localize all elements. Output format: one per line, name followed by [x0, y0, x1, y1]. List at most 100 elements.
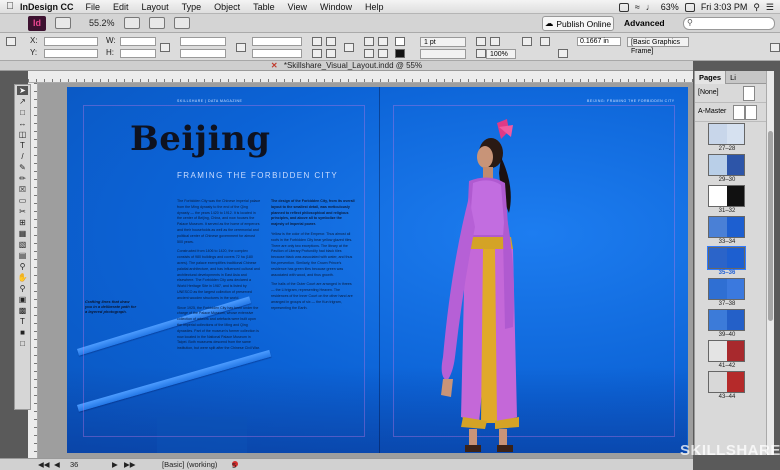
girl-photo[interactable]: [439, 117, 519, 453]
select-container-icon[interactable]: [364, 37, 374, 46]
gap-tool-icon[interactable]: ↔: [17, 119, 28, 128]
fill-swatch-icon[interactable]: [395, 37, 405, 46]
prev-page-icon[interactable]: ◀: [54, 460, 60, 469]
fit-content-icon[interactable]: [476, 37, 486, 46]
scale-y-field[interactable]: [180, 49, 226, 58]
master-none[interactable]: [None]: [695, 84, 766, 103]
arrange-documents-icon[interactable]: [173, 17, 190, 29]
scale-x-field[interactable]: [180, 37, 226, 46]
scissors-tool-icon[interactable]: ✂: [17, 207, 28, 216]
master-a[interactable]: A-Master: [695, 103, 766, 122]
line-tool-icon[interactable]: /: [17, 152, 28, 161]
tab-pages[interactable]: Pages: [695, 70, 727, 84]
panel-menu-icon[interactable]: [770, 43, 780, 52]
constrain-scale-icon[interactable]: [236, 43, 246, 52]
eyedropper-tool-icon[interactable]: ⚲: [17, 262, 28, 271]
spotlight-icon[interactable]: ⚲: [753, 2, 760, 13]
spread-thumb-6[interactable]: 37–38: [695, 277, 766, 308]
help-search-input[interactable]: ⚲: [683, 17, 775, 30]
article-headline[interactable]: Beijing: [130, 119, 271, 159]
pasteboard[interactable]: SKILLSHARE | DATA MAGAZINE BEIJING: FRAM…: [38, 83, 693, 458]
object-style-select[interactable]: [Basic Graphics Frame]: [627, 37, 689, 55]
stroke-type-select[interactable]: [420, 49, 466, 59]
pull-quote[interactable]: Crafting lines that draw you in a delibe…: [85, 299, 137, 315]
pen-tool-icon[interactable]: ✎: [17, 163, 28, 172]
pages-scroll-thumb[interactable]: [768, 131, 773, 321]
content-collector-icon[interactable]: ◫: [17, 130, 28, 139]
spread-thumb-7[interactable]: 39–40: [695, 308, 766, 339]
text-wrap-icon[interactable]: [540, 37, 550, 46]
formatting-affects-text-icon[interactable]: T: [17, 317, 28, 326]
selection-tool-icon[interactable]: ➤: [17, 86, 28, 95]
menu-object[interactable]: Object: [214, 2, 240, 12]
spread-thumb-2[interactable]: 29–30: [695, 153, 766, 184]
zoom-level[interactable]: 55.2%: [89, 18, 115, 28]
menu-file[interactable]: File: [86, 2, 101, 12]
preflight-profile[interactable]: [Basic] (working): [162, 460, 217, 469]
workspace-switcher[interactable]: Advanced: [624, 18, 665, 28]
reference-point-icon[interactable]: [6, 37, 16, 46]
apple-menu-icon[interactable]: : [0, 1, 20, 12]
article-subhead[interactable]: FRAMING THE FORBIDDEN CITY: [177, 171, 338, 180]
clock[interactable]: Fri 3:03 PM: [701, 2, 748, 12]
text-column-2[interactable]: The design of the Forbidden City, from i…: [271, 199, 355, 315]
free-transform-tool-icon[interactable]: ⊞: [17, 218, 28, 227]
menu-layout[interactable]: Layout: [142, 2, 169, 12]
tab-links[interactable]: Li: [726, 73, 740, 82]
shear-field[interactable]: [252, 49, 302, 58]
menu-edit[interactable]: Edit: [113, 2, 129, 12]
hand-tool-icon[interactable]: ✋: [17, 273, 28, 282]
view-options-icon[interactable]: [123, 17, 140, 29]
direct-selection-tool-icon[interactable]: ↗: [17, 97, 28, 106]
menu-window[interactable]: Window: [320, 2, 352, 12]
apply-color-icon[interactable]: ■: [17, 328, 28, 337]
spread-thumb-9[interactable]: 43–44: [695, 370, 766, 401]
bridge-icon[interactable]: [55, 17, 71, 29]
page-tool-icon[interactable]: □: [17, 108, 28, 117]
gradient-tool-icon[interactable]: ▦: [17, 229, 28, 238]
height-field[interactable]: [120, 49, 156, 58]
spread-thumb-8[interactable]: 41–42: [695, 339, 766, 370]
wifi-icon[interactable]: ≈: [635, 2, 640, 12]
type-tool-icon[interactable]: T: [17, 141, 28, 150]
select-previous-icon[interactable]: [378, 37, 388, 46]
menu-type[interactable]: Type: [182, 2, 202, 12]
document-tab[interactable]: ✕ *Skillshare_Visual_Layout.indd @ 55%: [0, 61, 693, 71]
first-page-icon[interactable]: ◀◀: [38, 460, 50, 469]
opacity-select[interactable]: 100%: [486, 49, 516, 59]
fit-frame-icon[interactable]: [490, 37, 500, 46]
notification-center-icon[interactable]: ☰: [766, 2, 774, 13]
rectangle-tool-icon[interactable]: ▭: [17, 196, 28, 205]
fill-stroke-icon[interactable]: ▩: [17, 306, 28, 315]
select-next-icon[interactable]: [378, 49, 388, 58]
select-content-icon[interactable]: [364, 49, 374, 58]
y-field[interactable]: [44, 49, 98, 58]
app-menu[interactable]: InDesign CC: [20, 2, 74, 12]
screen-mode-tool-icon[interactable]: □: [17, 339, 28, 348]
screen-mode-icon[interactable]: [148, 17, 165, 29]
menu-help[interactable]: Help: [365, 2, 384, 12]
spread-thumb-4[interactable]: 33–34: [695, 215, 766, 246]
volume-icon[interactable]: ♩: [646, 2, 655, 12]
rotate-cw-icon[interactable]: [312, 37, 322, 46]
last-page-icon[interactable]: ▶▶: [124, 460, 136, 469]
spread-thumb-5[interactable]: 35–36: [695, 246, 766, 277]
flip-horizontal-icon[interactable]: [312, 49, 322, 58]
close-document-icon[interactable]: ✕: [271, 61, 278, 70]
rotation-field[interactable]: [252, 37, 302, 46]
menu-view[interactable]: View: [288, 2, 307, 12]
document-spread[interactable]: SKILLSHARE | DATA MAGAZINE BEIJING: FRAM…: [67, 87, 688, 453]
default-colors-icon[interactable]: ▣: [17, 295, 28, 304]
pencil-tool-icon[interactable]: ✏: [17, 174, 28, 183]
x-field[interactable]: [44, 37, 98, 46]
constrain-proportions-icon[interactable]: [160, 43, 170, 52]
rotate-ccw-icon[interactable]: [326, 37, 336, 46]
text-column-1[interactable]: The Forbidden City was the Chinese imper…: [177, 199, 261, 356]
width-field[interactable]: [120, 37, 156, 46]
gap-field[interactable]: 0.1667 in: [577, 37, 621, 46]
flip-vertical-icon[interactable]: [326, 49, 336, 58]
menu-table[interactable]: Table: [253, 2, 275, 12]
pages-panel-scrollbar[interactable]: [766, 71, 774, 455]
fx-effects-icon[interactable]: [522, 37, 532, 46]
spread-thumb-1[interactable]: 27–28: [695, 122, 766, 153]
